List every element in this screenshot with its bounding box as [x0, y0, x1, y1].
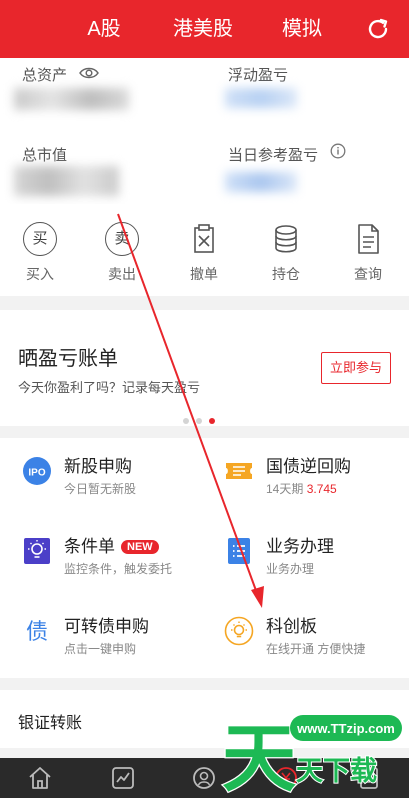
carousel-dot[interactable] [196, 418, 202, 424]
cancel-order-button[interactable]: 撤单 [174, 222, 234, 284]
repo-term: 14天期 [266, 482, 304, 496]
business-handling-title: 业务办理 [266, 537, 334, 556]
buy-icon: 买 [23, 222, 57, 256]
bank-transfer-label: 银证转账 [18, 715, 83, 732]
positions-button[interactable]: 持仓 [256, 222, 316, 284]
total-assets-label: 总资产 [22, 67, 68, 84]
carousel-dots [183, 411, 222, 429]
watermark-logo: 天 www.TTzip.com 天下载 [221, 715, 402, 798]
ipo-icon: IPO [23, 457, 51, 485]
ipo-subscription[interactable]: IPO 新股申购 今日暂无新股 [22, 452, 212, 512]
star-market[interactable]: 科创板 在线开通 方便快捷 [224, 612, 409, 672]
asset-summary: 总资产 浮动盈亏 总市值 当日参考盈亏 [0, 58, 409, 204]
database-icon [275, 225, 297, 253]
market-value-label: 总市值 [22, 147, 68, 164]
market-value-masked [14, 166, 119, 196]
quick-actions: 买 买入 卖 卖出 撤单 持仓 查询 [0, 204, 409, 296]
cancel-order-label: 撤单 [190, 266, 218, 282]
daily-pl-value-masked [225, 172, 297, 192]
tab-simulation[interactable]: 模拟 [257, 0, 347, 58]
conditional-order-label: 条件单 [64, 537, 115, 556]
sell-label: 卖出 [108, 266, 136, 282]
info-icon[interactable] [330, 143, 346, 159]
reverse-repo-title: 国债逆回购 [266, 457, 351, 476]
floating-pl-value-masked [225, 88, 297, 108]
eye-icon[interactable] [79, 66, 99, 80]
watermark-big-char: 天 [222, 716, 296, 798]
positions-label: 持仓 [272, 266, 300, 282]
floating-pl-label: 浮动盈亏 [228, 67, 289, 84]
ipo-subtitle: 今日暂无新股 [64, 482, 137, 496]
query-button[interactable]: 查询 [338, 222, 398, 284]
carousel-dot-active[interactable] [209, 418, 215, 424]
ipo-icon-text: IPO [28, 468, 45, 479]
convertible-bond-subtitle: 点击一键申购 [64, 642, 137, 656]
tab-a-shares[interactable]: A股 [59, 0, 149, 58]
daily-pl-label: 当日参考盈亏 [228, 147, 319, 164]
document-icon [358, 224, 379, 254]
banner-title: 晒盈亏账单 [18, 348, 118, 370]
business-handling[interactable]: 业务办理 业务办理 [224, 532, 409, 592]
query-label: 查询 [354, 266, 382, 282]
site-watermark: 天 www.TTzip.com 天下载 [220, 700, 409, 798]
reverse-repo[interactable]: 国债逆回购 14天期 3.745 [224, 452, 409, 512]
new-badge: NEW [121, 540, 159, 554]
carousel-dot[interactable] [183, 418, 189, 424]
business-handling-subtitle: 业务办理 [266, 562, 315, 576]
watermark-url: www.TTzip.com [296, 721, 395, 736]
star-market-title: 科创板 [266, 617, 317, 636]
sell-button[interactable]: 卖 卖出 [92, 222, 152, 284]
conditional-order-title: 条件单 NEW [64, 532, 159, 557]
convertible-bond-subscription[interactable]: 债 可转债申购 点击一键申购 [22, 612, 212, 672]
watermark-text: 天下载 [296, 756, 377, 787]
buy-button[interactable]: 买 买入 [10, 222, 70, 284]
star-market-subtitle: 在线开通 方便快捷 [266, 642, 366, 656]
lightbulb-icon [224, 616, 254, 646]
conditional-order[interactable]: 条件单 NEW 监控条件，触发委托 [22, 532, 212, 592]
convertible-bond-title: 可转债申购 [64, 617, 149, 636]
top-tab-bar: A股 港美股 模拟 [0, 0, 409, 58]
bond-icon: 债 [26, 620, 48, 645]
ticket-icon [226, 463, 252, 479]
bulb-card-icon [24, 538, 50, 564]
total-assets-value-masked [14, 88, 129, 110]
reverse-repo-subtitle: 14天期 3.745 [266, 480, 337, 497]
buy-label: 买入 [26, 266, 54, 282]
chart-icon[interactable] [110, 765, 136, 791]
bond-icon-text: 债 [26, 620, 48, 645]
conditional-order-subtitle: 监控条件，触发委托 [64, 562, 173, 576]
repo-rate: 3.745 [306, 482, 337, 496]
home-icon[interactable] [27, 765, 53, 791]
refresh-icon[interactable] [365, 16, 391, 42]
ipo-title: 新股申购 [64, 457, 132, 476]
tab-hk-us-shares[interactable]: 港美股 [158, 0, 248, 58]
pl-share-banner[interactable]: 晒盈亏账单 今天你盈利了吗？记录每天盈亏 立即参与 [0, 310, 409, 426]
services-grid: IPO 新股申购 今日暂无新股 国债逆回购 14天期 3.745 条件单 NEW … [0, 438, 409, 678]
sell-icon: 卖 [105, 222, 139, 256]
banner-subtitle: 今天你盈利了吗？记录每天盈亏 [18, 380, 201, 395]
cancel-order-icon [194, 224, 214, 253]
list-icon [228, 538, 250, 564]
user-icon[interactable] [191, 765, 217, 791]
join-now-button[interactable]: 立即参与 [321, 352, 391, 384]
